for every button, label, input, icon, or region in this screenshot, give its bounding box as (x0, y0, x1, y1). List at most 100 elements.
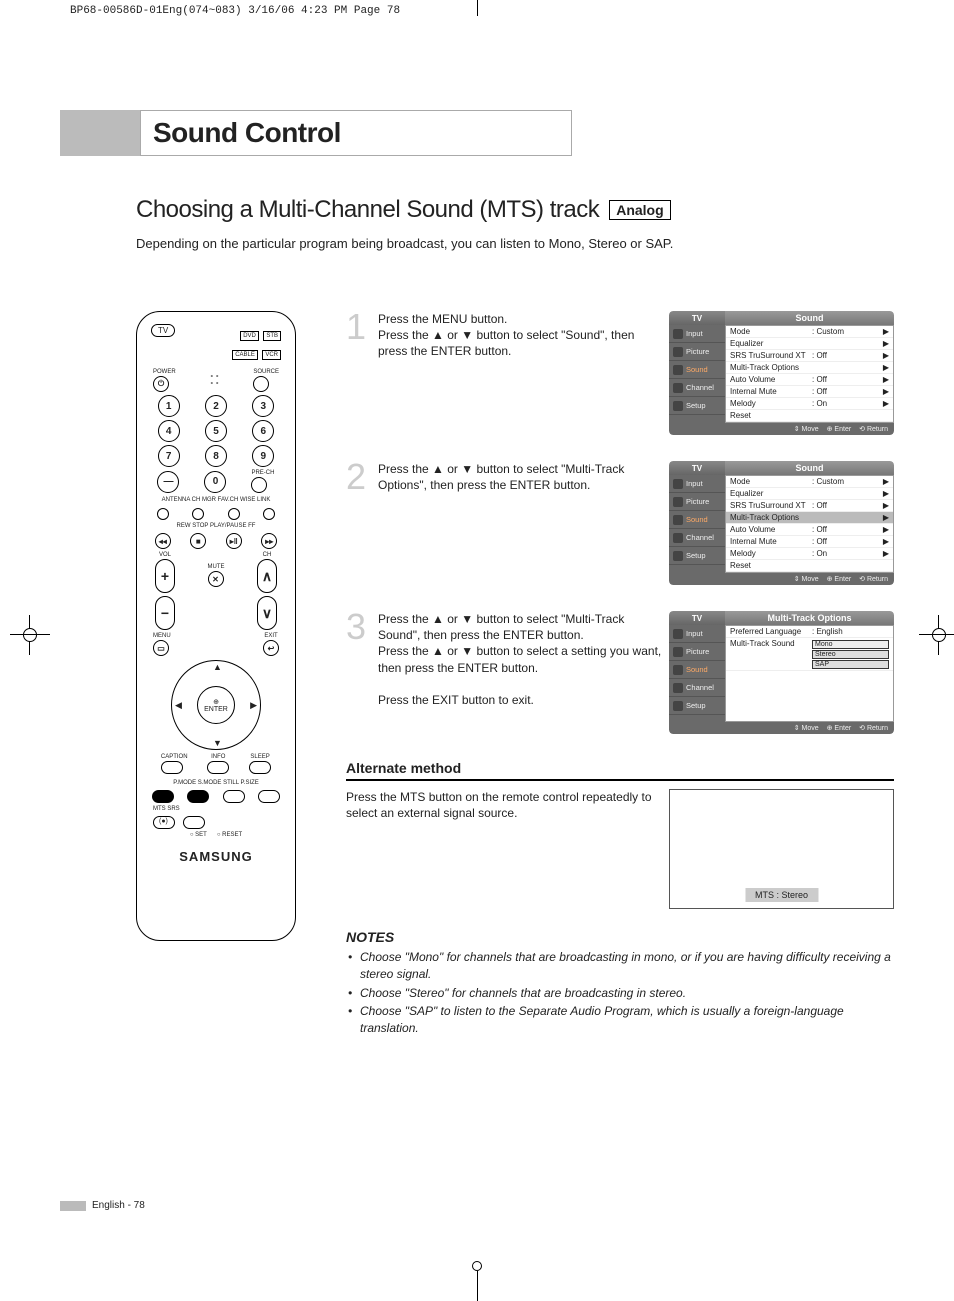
registration-mark (924, 620, 954, 650)
mts-btn: (●) (153, 816, 175, 829)
osd-nav-item: Input (669, 625, 725, 643)
osd-nav-item: Setup (669, 547, 725, 565)
nav-icon (673, 647, 683, 657)
intro-text: Depending on the particular program bein… (136, 236, 894, 251)
menu-btn: ▭ (153, 640, 169, 656)
osd-nav: InputPictureSoundChannelSetup (669, 325, 725, 423)
osd-nav-item: Sound (669, 661, 725, 679)
num-1: 1 (158, 395, 180, 417)
step-number: 3 (346, 611, 372, 734)
smode-btn (187, 790, 209, 803)
crop-mark (472, 1261, 482, 1271)
num-8: 8 (205, 445, 227, 467)
osd-option: Stereo (812, 650, 889, 659)
brand-label: SAMSUNG (145, 849, 287, 864)
num-7: 7 (158, 445, 180, 467)
osd-nav-item: Picture (669, 493, 725, 511)
osd-row: Multi-Track Options▶ (726, 362, 893, 374)
step-3: 3 Press the ▲ or ▼ button to select "Mul… (346, 611, 894, 734)
step-1: 1 Press the MENU button.Press the ▲ or ▼… (346, 311, 894, 435)
osd-row: Equalizer▶ (726, 488, 893, 500)
nav-icon (673, 401, 683, 411)
registration-mark (15, 620, 45, 650)
remote-box: DVD (240, 331, 259, 341)
osd-row: Internal Mute: Off▶ (726, 386, 893, 398)
mts-label: MTS : Stereo (745, 888, 818, 902)
analog-badge: Analog (609, 200, 670, 220)
osd-row: Auto Volume: Off▶ (726, 524, 893, 536)
osd-row: Melody: On▶ (726, 398, 893, 410)
osd-nav-item: Setup (669, 397, 725, 415)
nav-icon (673, 479, 683, 489)
ff-btn: ▸▸ (261, 533, 277, 549)
page-subtitle: Choosing a Multi-Channel Sound (MTS) tra… (136, 196, 599, 224)
num-0: 0 (204, 471, 226, 493)
osd-option: SAP (812, 660, 889, 669)
footer-accent (60, 1201, 86, 1211)
nav-icon (673, 629, 683, 639)
osd-nav-item: Setup (669, 697, 725, 715)
alternate-method-header: Alternate method (346, 760, 894, 781)
osd-title: Multi-Track Options (725, 611, 894, 625)
antenna-btn (157, 508, 169, 520)
exit-label: EXIT (263, 633, 279, 640)
sleep-btn (249, 761, 271, 774)
step-text: Press the ▲ or ▼ button to select "Multi… (378, 611, 665, 734)
num-9: 9 (252, 445, 274, 467)
osd-tv-label: TV (669, 611, 725, 625)
nav-icon (673, 683, 683, 693)
step-2: 2 Press the ▲ or ▼ button to select "Mul… (346, 461, 894, 585)
page-footer: English - 78 (92, 1200, 145, 1211)
osd-row: Multi-Track SoundMonoStereoSAP (726, 638, 893, 671)
rew-btn: ◂◂ (155, 533, 171, 549)
power-label: POWER (153, 369, 176, 376)
play-btn: ▸‖ (226, 533, 242, 549)
nav-icon (673, 533, 683, 543)
mts-display-box: MTS : Stereo (669, 789, 894, 909)
osd-row: Internal Mute: Off▶ (726, 536, 893, 548)
note-item: Choose "Mono" for channels that are broa… (346, 949, 894, 983)
right-arrow-icon: ▶ (250, 700, 257, 711)
caption-btn (161, 761, 183, 774)
still-btn (223, 790, 245, 803)
nav-icon (673, 365, 683, 375)
remote-box: STB (263, 331, 281, 341)
osd-nav-item: Input (669, 475, 725, 493)
note-item: Choose "SAP" to listen to the Separate A… (346, 1003, 894, 1037)
prech-label: PRE-CH (251, 470, 274, 477)
exit-btn: ↩ (263, 640, 279, 656)
crop-mark (477, 0, 478, 16)
remote-box: CABLE (232, 350, 258, 360)
bottom-labels-1: P.MODE S.MODE STILL P.SIZE (145, 780, 287, 787)
notes-list: Choose "Mono" for channels that are broa… (346, 949, 894, 1037)
osd-content: Preferred Language: EnglishMulti-Track S… (725, 625, 894, 722)
srs-btn (183, 816, 205, 829)
section-title: Sound Control (153, 117, 341, 149)
reset-label: ○ RESET (217, 832, 242, 839)
nav-icon (673, 701, 683, 711)
osd-row: SRS TruSurround XT: Off▶ (726, 500, 893, 512)
osd-option: Mono (812, 640, 889, 649)
num-4: 4 (158, 420, 180, 442)
stop-btn: ■ (190, 533, 206, 549)
osd-row: Melody: On▶ (726, 548, 893, 560)
dpad: ▲ ▼ ◀ ▶ ⊕ENTER (171, 660, 261, 750)
num-3: 3 (252, 395, 274, 417)
ch-up: ∧ (257, 559, 277, 593)
osd-nav-item: Picture (669, 643, 725, 661)
nav-icon (673, 497, 683, 507)
mute-btn: ✕ (208, 571, 224, 587)
num-2: 2 (205, 395, 227, 417)
osd-tv-label: TV (669, 461, 725, 475)
pmode-btn (152, 790, 174, 803)
step-text: Press the MENU button.Press the ▲ or ▼ b… (378, 311, 665, 435)
prech-button (251, 477, 267, 493)
osd-row: SRS TruSurround XT: Off▶ (726, 350, 893, 362)
osd-panel: TVSound InputPictureSoundChannelSetupMod… (669, 311, 894, 435)
osd-nav-item: Channel (669, 679, 725, 697)
alternate-method-text: Press the MTS button on the remote contr… (346, 789, 653, 821)
transport-labels: REW STOP PLAY/PAUSE FF (145, 523, 287, 530)
osd-row: Reset (726, 560, 893, 572)
set-label: ○ SET (190, 832, 207, 839)
osd-nav-item: Input (669, 325, 725, 343)
